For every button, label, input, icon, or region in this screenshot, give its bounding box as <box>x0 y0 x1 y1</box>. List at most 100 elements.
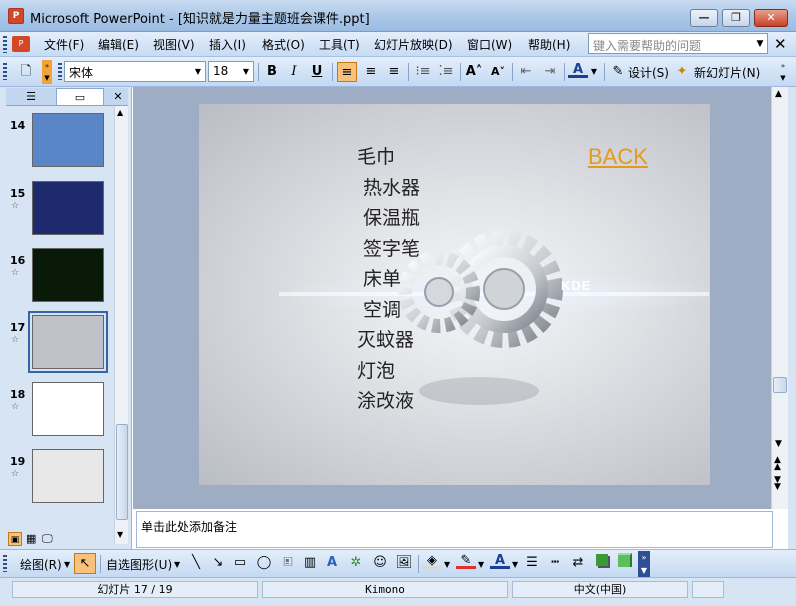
wordart-icon[interactable]: A <box>322 553 342 573</box>
chevron-down-icon[interactable]: ▼ <box>444 560 450 569</box>
slide-thumbnail[interactable] <box>32 382 104 436</box>
close-pane-button[interactable]: ✕ <box>110 88 126 105</box>
scroll-up-icon[interactable]: ▲ <box>775 89 782 99</box>
back-link[interactable]: BACK <box>588 144 648 170</box>
numbered-list-icon[interactable]: ⁝≡ <box>413 62 433 82</box>
italic-button[interactable]: I <box>284 62 304 82</box>
slide-thumbnail[interactable] <box>32 113 104 167</box>
minimize-button[interactable]: — <box>690 9 718 27</box>
chevron-down-icon[interactable]: ▼ <box>191 62 205 81</box>
menu-slideshow[interactable]: 幻灯片放映(D) <box>374 36 453 53</box>
oval-icon[interactable]: ◯ <box>254 553 274 573</box>
font-color-icon[interactable]: A <box>490 553 510 569</box>
chevron-down-icon[interactable]: ▼ <box>478 560 484 569</box>
toolbar-options-icon[interactable]: » ▼ <box>638 551 650 577</box>
chevron-down-icon[interactable]: ▼ <box>239 62 253 81</box>
autoshapes-button[interactable]: 自选图形(U) <box>106 556 172 573</box>
menu-tools[interactable]: 工具(T) <box>319 36 360 53</box>
slides-scrollbar[interactable]: ▲ ▼ <box>114 106 128 544</box>
font-size-combo[interactable]: 18 ▼ <box>208 61 254 82</box>
previous-slide-icon[interactable]: ▲ ▲ <box>774 456 781 472</box>
menu-help[interactable]: 帮助(H) <box>528 36 570 53</box>
new-document-icon[interactable]: 🗋 <box>16 62 36 82</box>
textbox-icon[interactable]: 🗉 <box>278 553 298 573</box>
chevron-down-icon[interactable]: ▼ <box>512 560 518 569</box>
increase-indent-icon[interactable]: ⇥ <box>540 62 560 82</box>
align-left-icon[interactable]: ≡ <box>337 62 357 82</box>
scroll-up-icon[interactable]: ▲ <box>117 108 123 117</box>
chevron-down-icon[interactable]: ▼ <box>64 560 70 569</box>
document-icon[interactable]: P <box>12 36 30 52</box>
arrow-icon[interactable]: ↘ <box>208 553 228 573</box>
diagram-icon[interactable]: ✲ <box>346 553 366 573</box>
shadow-icon[interactable] <box>592 553 612 573</box>
powerpoint-icon[interactable]: P <box>8 8 24 24</box>
chevron-down-icon[interactable]: ▼ <box>174 560 180 569</box>
toolbar-options-icon[interactable]: » ▼ <box>778 60 788 84</box>
slide-thumbnail[interactable] <box>32 449 104 503</box>
toolbar-options-icon[interactable]: » ▼ <box>42 60 52 84</box>
slide-scrollbar[interactable]: ▲ ▼ ▲ ▲ ▼ ▼ <box>771 87 788 509</box>
new-slide-button[interactable]: 新幻灯片(N) <box>694 64 760 81</box>
select-pointer-icon[interactable]: ↖ <box>74 553 96 574</box>
slide-thumbnail[interactable] <box>32 248 104 302</box>
align-right-icon[interactable]: ≡ <box>384 62 404 82</box>
notes-pane[interactable]: 单击此处添加备注 <box>136 511 773 548</box>
menu-window[interactable]: 窗口(W) <box>467 36 512 53</box>
slide-thumbnail[interactable] <box>32 181 104 235</box>
font-name-combo[interactable]: 宋体 ▼ <box>64 61 206 82</box>
normal-view-icon[interactable]: ▣ <box>8 532 22 546</box>
doc-close-icon[interactable]: ✕ <box>774 35 787 53</box>
slide-thumbnail[interactable] <box>28 311 108 373</box>
bullet-list-icon[interactable]: ⁚≡ <box>436 62 456 82</box>
rectangle-icon[interactable]: ▭ <box>230 553 250 573</box>
design-button[interactable]: 设计(S) <box>628 64 669 81</box>
slide-item: 灭蚊器 <box>357 329 415 351</box>
grip-icon[interactable] <box>58 63 62 80</box>
grip-icon[interactable] <box>3 555 7 572</box>
menu-file[interactable]: 文件(F) <box>44 36 84 53</box>
sorter-view-icon[interactable]: ▦ <box>26 532 36 545</box>
line-color-icon[interactable]: ✎ <box>456 553 476 569</box>
increase-font-icon[interactable]: A˄ <box>464 62 484 82</box>
new-slide-icon[interactable]: ✦ <box>674 62 690 82</box>
slideshow-view-icon[interactable]: 🖵 <box>42 532 53 546</box>
scroll-down-icon[interactable]: ▼ <box>775 439 782 449</box>
tab-outline[interactable]: ☰ <box>6 88 56 105</box>
outline-icon: ☰ <box>26 90 36 103</box>
clipart-icon[interactable]: ☺ <box>370 553 390 573</box>
line-style-icon[interactable]: ☰ <box>522 553 542 573</box>
close-button[interactable]: ✕ <box>754 9 788 27</box>
bold-button[interactable]: B <box>262 62 282 82</box>
fill-color-icon[interactable]: ◈ <box>422 553 442 569</box>
line-icon[interactable]: ╲ <box>186 553 206 573</box>
grip-icon[interactable] <box>3 36 7 53</box>
arrow-style-icon[interactable]: ⇄ <box>568 553 588 573</box>
decrease-indent-icon[interactable]: ⇤ <box>516 62 536 82</box>
font-color-icon[interactable]: A <box>568 62 588 78</box>
3d-icon[interactable] <box>615 553 635 573</box>
draw-menu-button[interactable]: 绘图(R) <box>20 556 62 573</box>
vertical-textbox-icon[interactable]: ▥ <box>300 553 320 573</box>
menu-view[interactable]: 视图(V) <box>153 36 195 53</box>
tab-slides[interactable]: ▭ <box>56 88 104 105</box>
scroll-thumb[interactable] <box>116 424 128 520</box>
maximize-button[interactable]: ❐ <box>722 9 750 27</box>
scroll-down-icon[interactable]: ▼ <box>117 530 123 539</box>
help-search-input[interactable]: 键入需要帮助的问题 <box>588 33 768 54</box>
slide-canvas[interactable]: 毛巾 热水器 保温瓶 签字笔 床单 空调 灭蚊器 灯泡 涂改液 BACK KDE <box>199 104 710 485</box>
menu-format[interactable]: 格式(O) <box>262 36 305 53</box>
design-icon[interactable]: ✎ <box>610 62 626 82</box>
dash-style-icon[interactable]: ┅ <box>545 553 565 573</box>
chevron-down-icon[interactable]: ▼ <box>589 62 599 82</box>
underline-button[interactable]: U <box>307 62 327 82</box>
decrease-font-icon[interactable]: A˅ <box>488 62 508 82</box>
menu-insert[interactable]: 插入(I) <box>209 36 246 53</box>
next-slide-icon[interactable]: ▼ ▼ <box>774 476 781 492</box>
help-dropdown-icon[interactable]: ▼ <box>754 37 766 51</box>
picture-icon[interactable]: 🖼 <box>394 553 414 573</box>
grip-icon[interactable] <box>3 63 7 80</box>
menu-edit[interactable]: 编辑(E) <box>98 36 139 53</box>
scroll-thumb[interactable] <box>773 377 787 393</box>
align-center-icon[interactable]: ≡ <box>361 62 381 82</box>
